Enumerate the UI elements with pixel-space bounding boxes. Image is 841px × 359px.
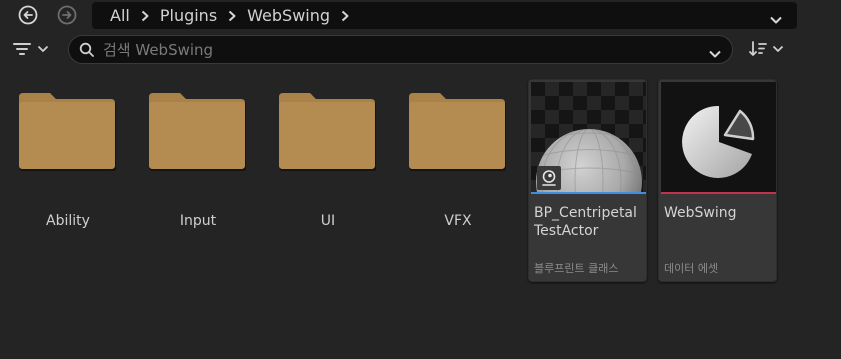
breadcrumb: All Plugins WebSwing (92, 2, 797, 29)
folder-tile-input[interactable]: Input (148, 89, 258, 289)
folder-tile-ability[interactable]: Ability (18, 89, 128, 289)
folder-icon (149, 93, 246, 171)
asset-type-strip (661, 192, 776, 194)
history-dropdown-button[interactable] (769, 10, 783, 29)
folder-label: Input (179, 213, 217, 229)
asset-thumbnail (531, 82, 646, 192)
search-box[interactable] (68, 35, 733, 64)
arrow-left-circle-icon (18, 5, 38, 25)
folder-tile-ui[interactable]: UI (278, 89, 388, 289)
breadcrumb-item-all[interactable]: All (102, 2, 138, 29)
asset-type-label: 블루프린트 클래스 (534, 262, 619, 275)
sort-icon (749, 41, 767, 56)
search-dropdown-button[interactable] (708, 44, 722, 63)
actor-icon (537, 166, 561, 190)
filter-button[interactable] (12, 38, 49, 60)
asset-type-strip (531, 192, 646, 194)
arrow-right-circle-icon (57, 5, 77, 25)
chevron-down-icon (770, 16, 782, 24)
chevron-right-icon[interactable] (338, 10, 352, 22)
folder-icon (409, 93, 506, 171)
asset-card-webswing[interactable]: WebSwing 데이터 에셋 (658, 79, 777, 282)
forward-button[interactable] (56, 4, 78, 26)
asset-type-label: 데이터 에셋 (664, 262, 719, 275)
breadcrumb-item-plugins[interactable]: Plugins (152, 2, 225, 29)
back-button[interactable] (17, 4, 39, 26)
asset-thumbnail (661, 82, 776, 192)
filter-icon (13, 43, 31, 55)
folder-label: Ability (46, 213, 90, 229)
search-icon (79, 42, 95, 58)
folder-icon (279, 93, 376, 171)
folder-label: UI (320, 213, 336, 229)
chevron-down-icon (772, 45, 784, 52)
chevron-right-icon[interactable] (138, 10, 152, 22)
chevron-down-icon (709, 50, 721, 58)
folder-tile-vfx[interactable]: VFX (408, 89, 518, 289)
chevron-right-icon[interactable] (225, 10, 239, 22)
folder-label: VFX (444, 213, 472, 229)
breadcrumb-item-webswing[interactable]: WebSwing (239, 2, 338, 29)
pie-chart-icon (682, 105, 755, 178)
asset-title: WebSwing (664, 205, 737, 221)
sort-button[interactable] (748, 38, 784, 60)
asset-title: BP_Centripetal TestActor (534, 205, 637, 239)
chevron-down-icon (37, 45, 49, 52)
asset-card-bp-centripetal-testactor[interactable]: BP_Centripetal TestActor 블루프린트 클래스 (528, 79, 647, 282)
search-input[interactable] (103, 36, 693, 63)
folder-icon (19, 93, 116, 171)
